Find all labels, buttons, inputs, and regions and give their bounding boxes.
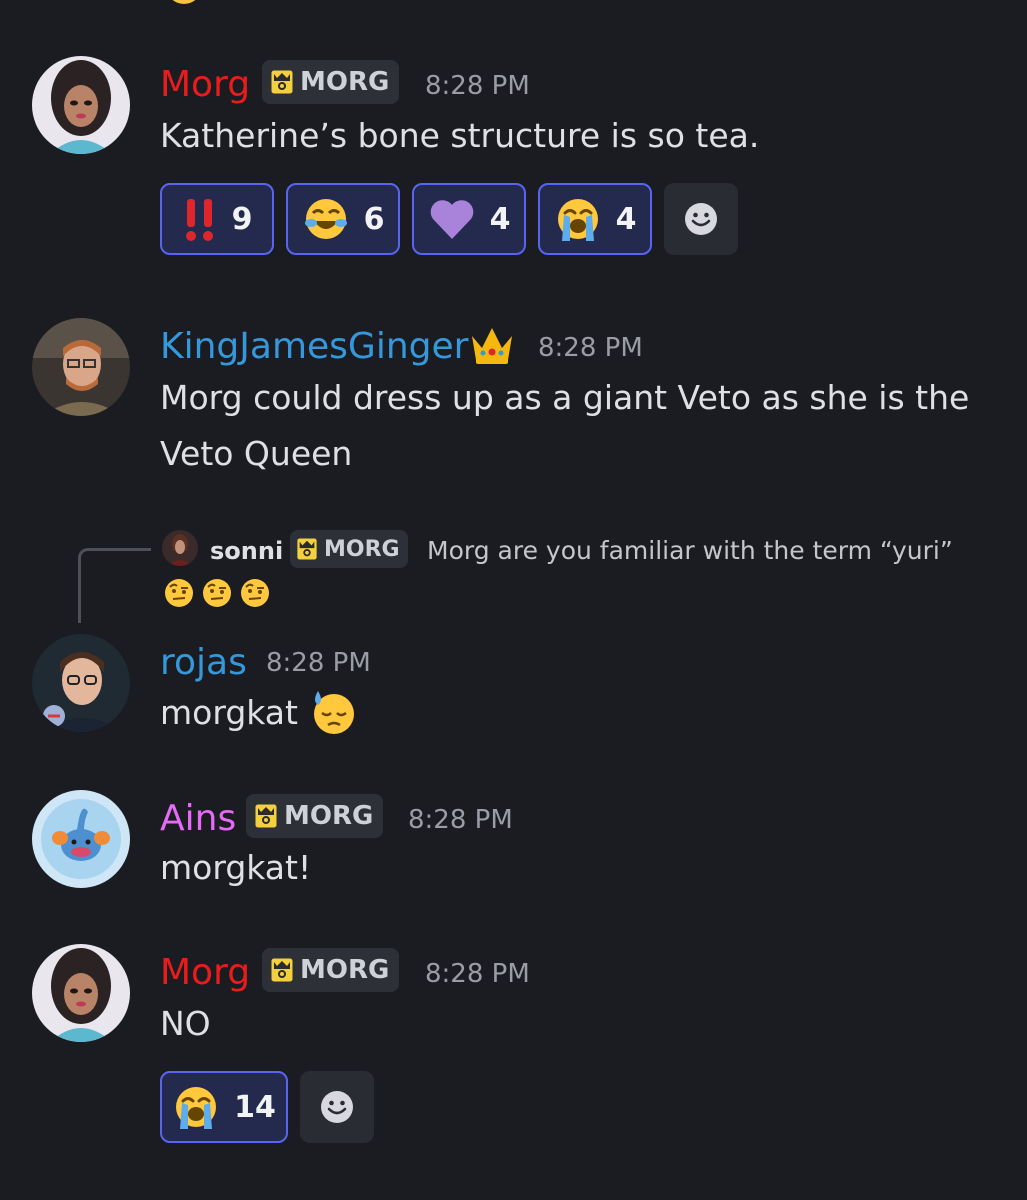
add-reaction-button[interactable] (300, 1071, 374, 1143)
message-text-line-1: Morg could dress up as a giant Veto as s… (160, 378, 970, 417)
reply-preview-text[interactable]: Morg are you familiar with the term “yur… (427, 536, 953, 565)
username[interactable]: Ains (160, 801, 236, 837)
avatar[interactable] (32, 318, 130, 416)
crown-tag-icon (296, 537, 318, 561)
username[interactable]: Morg (160, 955, 250, 991)
partial-emoji-icon (172, 0, 196, 4)
add-reaction-button[interactable] (664, 183, 738, 255)
crown-icon (472, 328, 512, 364)
reactions-bar: 14 (160, 1071, 390, 1143)
avatar[interactable] (32, 944, 130, 1042)
username[interactable]: Morg (160, 67, 250, 103)
reply-role-tag[interactable]: MORG (290, 530, 408, 568)
timestamp: 8:28 PM (408, 805, 513, 835)
reaction-count: 6 (363, 201, 385, 237)
message-text: morgkat (160, 692, 298, 732)
avatar[interactable] (32, 790, 130, 888)
avatar[interactable] (32, 56, 130, 154)
crown-tag-icon (270, 957, 294, 983)
face-with-raised-eyebrow-icon (202, 578, 232, 608)
add-reaction-icon (319, 1089, 355, 1125)
reply-username[interactable]: sonni (210, 537, 283, 565)
crown-tag-icon (270, 69, 294, 95)
reply-connector (78, 548, 151, 623)
loudly-crying-face-icon (174, 1085, 218, 1131)
reaction-sob[interactable]: 4 (538, 183, 652, 255)
face-with-raised-eyebrow-icon (240, 578, 270, 608)
message-text-line-2: Veto Queen (160, 434, 353, 473)
message-text-row: morgkat (160, 684, 358, 740)
timestamp: 8:28 PM (538, 333, 643, 363)
reaction-exclamation[interactable]: 9 (160, 183, 274, 255)
message-text: NO (160, 1004, 211, 1043)
timestamp: 8:28 PM (266, 648, 371, 678)
timestamp: 8:28 PM (425, 71, 530, 101)
reactions-bar: 9 6 4 4 (160, 183, 760, 255)
purple-heart-icon (430, 200, 473, 239)
tag-label: MORG (300, 955, 390, 985)
reaction-sob[interactable]: 14 (160, 1071, 288, 1143)
username[interactable]: rojas (160, 645, 247, 681)
downcast-face-with-sweat-icon (313, 691, 354, 734)
timestamp: 8:28 PM (425, 959, 530, 989)
username[interactable]: KingJamesGinger (160, 329, 468, 365)
crown-tag-icon (254, 803, 278, 829)
reaction-joy[interactable]: 6 (286, 183, 400, 255)
reaction-count: 9 (231, 201, 253, 237)
avatar[interactable] (32, 634, 130, 732)
reply-emoji-line (160, 577, 274, 609)
role-tag[interactable]: MORG (262, 948, 400, 992)
face-with-raised-eyebrow-icon (164, 578, 194, 608)
add-reaction-icon (683, 201, 719, 237)
message-text: morgkat! (160, 848, 312, 887)
reaction-count: 4 (489, 201, 511, 237)
tag-label: MORG (300, 67, 390, 97)
role-tag[interactable]: MORG (246, 794, 384, 838)
reaction-count: 4 (615, 201, 637, 237)
reply-avatar[interactable] (162, 530, 198, 566)
tag-label: MORG (324, 536, 400, 562)
tag-label: MORG (284, 801, 374, 831)
loudly-crying-face-icon (556, 197, 600, 243)
double-exclamation-icon (185, 199, 213, 241)
reaction-purple-heart[interactable]: 4 (412, 183, 526, 255)
role-tag[interactable]: MORG (262, 60, 400, 104)
message-text: Katherine’s bone structure is so tea. (160, 116, 760, 155)
reaction-count: 14 (234, 1089, 276, 1125)
joy-face-icon (304, 199, 347, 239)
